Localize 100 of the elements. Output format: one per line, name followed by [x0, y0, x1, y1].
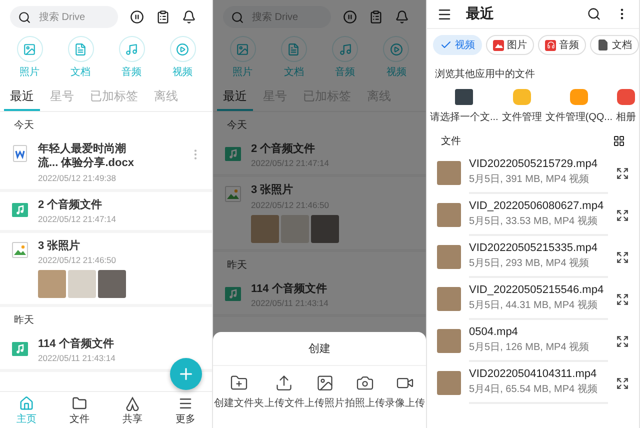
- filter-chip[interactable]: 视频: [433, 35, 482, 55]
- menu-icon: [178, 396, 193, 411]
- app-shortcut[interactable]: 相册: [616, 89, 636, 124]
- photo-placeholder: [38, 270, 66, 298]
- file-title: 2 个音频文件: [38, 198, 104, 212]
- nav-tab[interactable]: 文件: [64, 396, 96, 426]
- file-time: 2022/05/11 21:43:14: [38, 353, 116, 364]
- file-title: 3 张照片: [38, 238, 82, 254]
- file-list-item[interactable]: 3 张照片 2022/05/12 21:46:50: [0, 232, 212, 308]
- video-file-row[interactable]: VID20220505215335.mp4 5月5日, 293 MB, MP4 视频: [427, 236, 639, 278]
- create-action-button[interactable]: 拍照上传: [344, 374, 385, 410]
- file-name: VID20220505215729.mp4: [469, 158, 598, 170]
- notification-icon[interactable]: [182, 10, 196, 24]
- tab[interactable]: 最近: [217, 85, 253, 111]
- play-circle-icon: [390, 42, 403, 56]
- home-icon: [19, 396, 34, 411]
- nav-tab[interactable]: 更多: [170, 396, 202, 426]
- date-heading: 今天: [13, 119, 35, 133]
- video-thumbnail-placeholder: [437, 245, 461, 269]
- file-details: 5月5日, 126 MB, MP4 视频: [469, 340, 590, 354]
- file-details: 5月5日, 33.53 MB, MP4 视频: [469, 214, 598, 228]
- file-title: 年轻人最爱时尚潮流... 体验分享.docx: [38, 142, 135, 171]
- file-name: VID20220505215335.mp4: [469, 242, 598, 254]
- expand-icon[interactable]: [616, 166, 629, 180]
- create-action-button[interactable]: 上传文件: [264, 374, 304, 410]
- expand-icon[interactable]: [616, 250, 629, 264]
- video-file-row[interactable]: VID_20220505215546.mp4 5月5日, 44.31 MB, MP4 视频: [427, 278, 639, 320]
- pause-circle-icon[interactable]: [130, 10, 144, 24]
- file-details: 5月4日, 65.54 MB, MP4 视频: [469, 382, 598, 396]
- check-icon: [440, 39, 452, 51]
- file-title: 3 张照片: [251, 183, 294, 198]
- file-details: 5月5日, 293 MB, MP4 视频: [469, 256, 590, 270]
- video-thumbnail-placeholder: [437, 287, 461, 311]
- video-thumbnail-placeholder: [437, 203, 461, 227]
- grid-view-icon[interactable]: [613, 135, 625, 147]
- file-name: 0504.mp4: [469, 326, 519, 338]
- sheet-title: 创建: [213, 332, 426, 366]
- filter-chip[interactable]: 图片: [486, 35, 534, 55]
- app-shortcut[interactable]: 文件管理: [502, 89, 542, 124]
- document-icon: [287, 42, 300, 56]
- image-icon: [316, 374, 334, 392]
- date-heading: 昨天: [226, 258, 248, 273]
- section-heading: 文件: [441, 134, 461, 148]
- clipboard-icon[interactable]: [369, 10, 383, 24]
- screen-title: 最近: [466, 5, 495, 23]
- video-thumbnail-placeholder: [437, 329, 461, 353]
- image-file-icon: [225, 185, 241, 204]
- tab[interactable]: 最近: [4, 85, 40, 111]
- expand-icon[interactable]: [616, 208, 629, 222]
- search-icon[interactable]: [587, 7, 601, 21]
- folder-plus-icon: [230, 374, 248, 392]
- file-name: VID_20220505215546.mp4: [469, 284, 605, 296]
- video-thumbnail-placeholder: [437, 161, 461, 185]
- play-circle-icon: [176, 42, 189, 56]
- file-name: VID20220504104311.mp4: [469, 368, 598, 380]
- menu-icon[interactable]: [437, 6, 452, 22]
- search-placeholder: 搜索 Drive: [39, 10, 86, 24]
- document-icon: [597, 39, 609, 51]
- date-heading: 今天: [226, 119, 248, 133]
- app-shortcut[interactable]: 文件管理(QQ...: [545, 89, 613, 124]
- video-file-row[interactable]: VID20220505215729.mp4 5月5日, 391 MB, MP4 视频: [427, 152, 639, 194]
- video-file-row[interactable]: VID20220504104311.mp4 5月4日, 65.54 MB, MP4 视频: [427, 362, 639, 404]
- upload-icon: [275, 374, 294, 392]
- image-file-icon: [12, 240, 28, 259]
- filter-chip[interactable]: 文档: [590, 35, 639, 55]
- camera-icon: [356, 374, 374, 392]
- filter-chip[interactable]: 音频: [538, 35, 586, 55]
- create-action-button[interactable]: 创建文件夹: [214, 374, 264, 410]
- video-file-row[interactable]: VID_20220506080627.mp4 5月5日, 33.53 MB, MP4 视频: [427, 194, 639, 236]
- music-note-icon: [125, 42, 138, 56]
- document-icon: [74, 42, 87, 56]
- document-file-icon: [12, 144, 28, 162]
- expand-icon[interactable]: [616, 292, 629, 306]
- audio-folder-icon: [12, 339, 28, 358]
- expand-icon[interactable]: [616, 334, 629, 348]
- create-action-button[interactable]: 上传照片: [304, 374, 344, 410]
- section-heading: 浏览其他应用中的文件: [434, 68, 536, 82]
- video-file-row[interactable]: 0504.mp4 5月5日, 126 MB, MP4 视频: [427, 320, 639, 362]
- file-list-item[interactable]: 2 个音频文件 2022/05/12 21:47:14: [0, 192, 212, 233]
- file-title: 2 个音频文件: [251, 142, 316, 156]
- date-heading: 昨天: [13, 314, 35, 328]
- nav-tab[interactable]: 共享: [116, 396, 148, 426]
- file-title: 114 个音频文件: [38, 337, 115, 352]
- file-time: 2022/05/12 21:49:38: [38, 172, 117, 183]
- music-note-icon: [338, 42, 352, 56]
- file-name: VID_20220506080627.mp4: [469, 200, 605, 212]
- video-thumbnail-placeholder: [437, 371, 461, 395]
- app-shortcut[interactable]: 请选择一个文...: [430, 89, 498, 124]
- file-time: 2022/05/12 21:47:14: [38, 214, 117, 224]
- audio-folder-icon: [225, 144, 241, 162]
- photo-placeholder: [68, 270, 96, 298]
- create-action-button[interactable]: 录像上传: [385, 374, 425, 410]
- image-icon: [493, 40, 504, 50]
- search-icon: [231, 10, 244, 24]
- photo-placeholder: [251, 214, 279, 243]
- image-icon: [236, 42, 250, 56]
- file-details: 5月5日, 391 MB, MP4 视频: [469, 172, 590, 186]
- clipboard-icon[interactable]: [156, 10, 170, 24]
- photo-placeholder: [311, 214, 339, 243]
- expand-icon[interactable]: [616, 376, 629, 390]
